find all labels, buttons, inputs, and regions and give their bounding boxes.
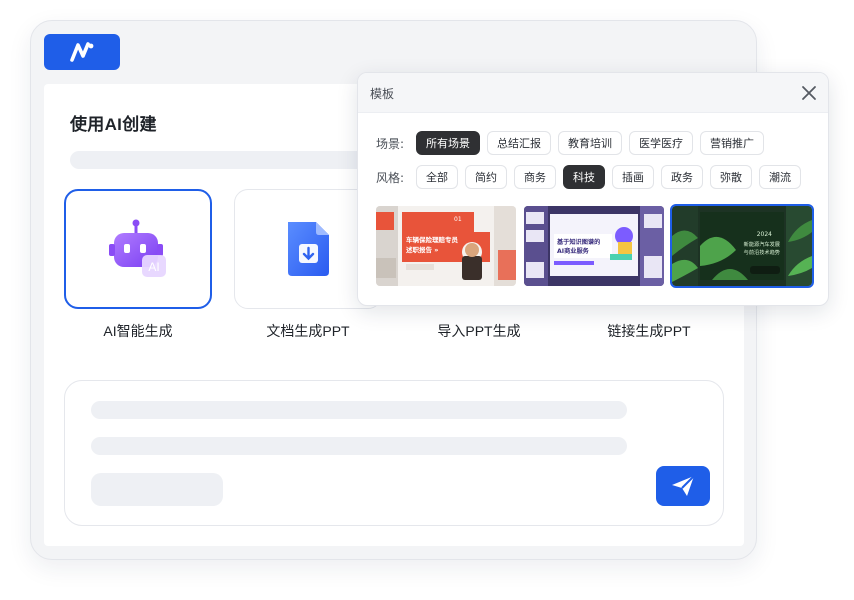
template-thumbnail-image: 2024 新能源汽车发展 与前沿技术趋势 [672, 206, 812, 286]
send-icon [672, 475, 695, 496]
app-logo-button[interactable] [44, 34, 120, 70]
close-icon[interactable] [800, 84, 818, 102]
style-chip[interactable]: 科技 [563, 165, 605, 189]
style-chip[interactable]: 政务 [661, 165, 703, 189]
template-thumbnail-image: 01 车辆保险理赔专员 述职报告 » [376, 206, 516, 286]
svg-text:基于知识图谱的: 基于知识图谱的 [556, 238, 600, 246]
input-placeholder-line [91, 401, 627, 419]
input-placeholder-line [91, 437, 627, 455]
style-chip[interactable]: 弥散 [710, 165, 752, 189]
robot-ai-icon: AI [109, 219, 166, 277]
template-thumbnail-selected[interactable]: 2024 新能源汽车发展 与前沿技术趋势 [670, 204, 814, 288]
mode-label-document: 文档生成PPT [266, 323, 350, 339]
prompt-input-box[interactable] [64, 380, 724, 526]
scene-filter-row: 场景: 所有场景 总结汇报 教育培训 医学医疗 营销推广 [376, 131, 771, 155]
style-label: 风格: [376, 170, 405, 185]
mode-label-ai: AI智能生成 [103, 323, 173, 339]
style-chip[interactable]: 潮流 [759, 165, 801, 189]
logo-icon [70, 42, 94, 62]
mode-label-import[interactable]: 导入PPT生成 [399, 321, 559, 341]
scene-chip[interactable]: 医学医疗 [629, 131, 693, 155]
style-chip[interactable]: 简约 [465, 165, 507, 189]
svg-text:与前沿技术趋势: 与前沿技术趋势 [744, 248, 780, 256]
scene-chip[interactable]: 营销推广 [700, 131, 764, 155]
mode-card-ai[interactable]: AI [64, 189, 212, 309]
scene-chip[interactable]: 所有场景 [416, 131, 480, 155]
template-panel: 模板 场景: 所有场景 总结汇报 教育培训 医学医疗 营销推广 风格: 全部 简… [357, 72, 829, 306]
scene-chip[interactable]: 教育培训 [558, 131, 622, 155]
scene-chip[interactable]: 总结汇报 [487, 131, 551, 155]
template-thumbnail[interactable]: 01 车辆保险理赔专员 述职报告 » [376, 206, 516, 286]
style-chip[interactable]: 全部 [416, 165, 458, 189]
svg-text:AI商业服务: AI商业服务 [557, 247, 590, 255]
style-filter-row: 风格: 全部 简约 商务 科技 插画 政务 弥散 潮流 [376, 165, 808, 189]
mode-label-link[interactable]: 链接生成PPT [569, 321, 729, 341]
style-chip[interactable]: 插画 [612, 165, 654, 189]
document-icon [288, 222, 329, 276]
send-button[interactable] [656, 466, 710, 506]
svg-text:车辆保险理赔专员: 车辆保险理赔专员 [406, 235, 459, 244]
panel-header: 模板 [358, 73, 828, 113]
input-placeholder-chip [91, 473, 223, 506]
style-chip[interactable]: 商务 [514, 165, 556, 189]
svg-text:AI: AI [148, 260, 159, 274]
page-title: 使用AI创建 [70, 115, 157, 134]
template-thumbnail[interactable]: 基于知识图谱的 AI商业服务 [524, 206, 664, 286]
template-thumbnail-image: 基于知识图谱的 AI商业服务 [524, 206, 664, 286]
scene-label: 场景: [376, 136, 405, 151]
svg-text:新能源汽车发展: 新能源汽车发展 [744, 240, 780, 248]
svg-text:述职报告 »: 述职报告 » [406, 245, 438, 254]
svg-text:2024: 2024 [757, 231, 772, 238]
placeholder-bar [70, 151, 370, 169]
panel-title: 模板 [370, 87, 395, 101]
svg-text:01: 01 [454, 216, 462, 223]
